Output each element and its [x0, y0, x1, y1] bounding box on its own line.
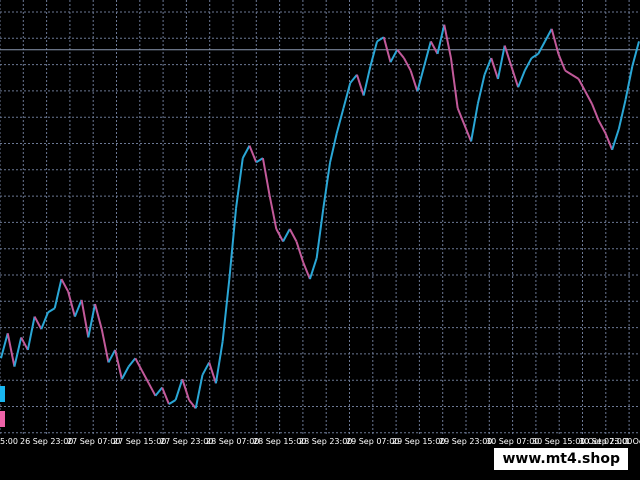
price-segment — [67, 291, 76, 317]
price-segment — [288, 228, 298, 242]
price-segment — [584, 90, 593, 105]
price-segment — [261, 157, 271, 196]
price-segment — [302, 261, 311, 280]
time-axis-label: 29 Sep 23:00 — [439, 437, 493, 446]
price-segment — [537, 40, 546, 55]
price-segment — [564, 69, 573, 76]
time-axis-label: 30 Sep 15:00 — [532, 437, 586, 446]
price-segment — [201, 361, 211, 376]
price-segment — [577, 78, 587, 92]
price-segment — [80, 299, 90, 338]
price-segment — [6, 333, 16, 367]
price-segment — [147, 382, 157, 397]
price-segment — [315, 208, 325, 259]
price-segment — [248, 145, 258, 163]
time-axis-label: 28 Sep 07:00 — [206, 437, 260, 446]
price-segment — [490, 57, 499, 80]
time-axis-label: 1 Oct 07:00 — [580, 437, 628, 446]
price-segment — [181, 378, 190, 401]
price-chart[interactable] — [0, 0, 640, 434]
price-segment — [295, 241, 305, 263]
price-segment — [624, 66, 634, 100]
time-axis-label: 29 Sep 15:00 — [392, 437, 446, 446]
price-segment — [483, 57, 493, 76]
price-segment — [355, 74, 365, 96]
time-axis-label: 1 Oc — [625, 437, 640, 446]
price-segment — [141, 370, 150, 384]
time-axis-label: 26 Sep 23:00 — [20, 437, 74, 446]
time-axis-label: 27 Sep 15:00 — [113, 437, 167, 446]
price-segment — [174, 378, 184, 401]
price-segment — [517, 70, 526, 88]
price-segment — [154, 386, 163, 397]
price-segment — [87, 303, 97, 338]
price-segment — [241, 145, 251, 159]
price-segment — [214, 341, 224, 384]
price-segment — [531, 53, 539, 59]
price-segment — [275, 228, 284, 242]
price-segment — [409, 70, 419, 92]
price-segment — [60, 278, 70, 293]
price-segment — [308, 257, 318, 280]
price-segment — [282, 228, 291, 242]
bear-color-swatch — [0, 411, 5, 427]
price-segment — [591, 103, 600, 121]
price-segment — [463, 124, 473, 142]
time-axis-label: 5:00 — [0, 437, 18, 446]
price-segment — [449, 57, 459, 109]
price-segment — [349, 74, 358, 84]
price-segment — [121, 366, 130, 380]
time-axis-label: 28 Sep 23:00 — [299, 437, 353, 446]
price-segment — [571, 73, 580, 80]
price-segment — [597, 120, 607, 134]
price-segment — [604, 132, 614, 151]
price-segment — [47, 307, 56, 314]
price-segment — [322, 162, 332, 209]
price-segment — [94, 303, 103, 330]
price-segment — [396, 49, 405, 59]
watermark: www.mt4.shop — [494, 448, 628, 470]
chart-canvas — [0, 0, 640, 434]
price-segment — [26, 316, 36, 351]
price-segment — [631, 41, 640, 67]
price-segment — [53, 278, 63, 309]
price-segment — [188, 399, 197, 409]
price-segment — [255, 157, 264, 164]
price-segment — [443, 24, 452, 59]
price-segment — [0, 333, 9, 359]
price-segment — [369, 41, 379, 67]
bull-color-swatch — [0, 386, 5, 402]
price-segment — [617, 99, 627, 130]
price-segment — [268, 195, 278, 230]
price-segment — [168, 399, 177, 405]
price-segment — [476, 74, 486, 105]
price-segment — [73, 299, 83, 317]
price-segment — [456, 107, 466, 126]
price-segment — [221, 278, 231, 342]
price-segment — [13, 337, 23, 367]
price-segment — [335, 107, 345, 134]
price-segment — [544, 28, 553, 42]
price-segment — [20, 336, 29, 351]
price-segment — [100, 328, 110, 363]
price-segment — [416, 66, 426, 92]
price-segment — [496, 45, 506, 80]
price-segment — [127, 357, 137, 368]
price-segment — [429, 40, 439, 55]
price-segment — [329, 132, 338, 163]
price-segment — [470, 103, 479, 142]
price-segment — [235, 157, 244, 209]
price-segment — [134, 357, 143, 372]
price-segment — [503, 45, 513, 67]
price-segment — [107, 349, 117, 363]
price-segment — [423, 41, 432, 67]
price-segment — [611, 128, 620, 151]
